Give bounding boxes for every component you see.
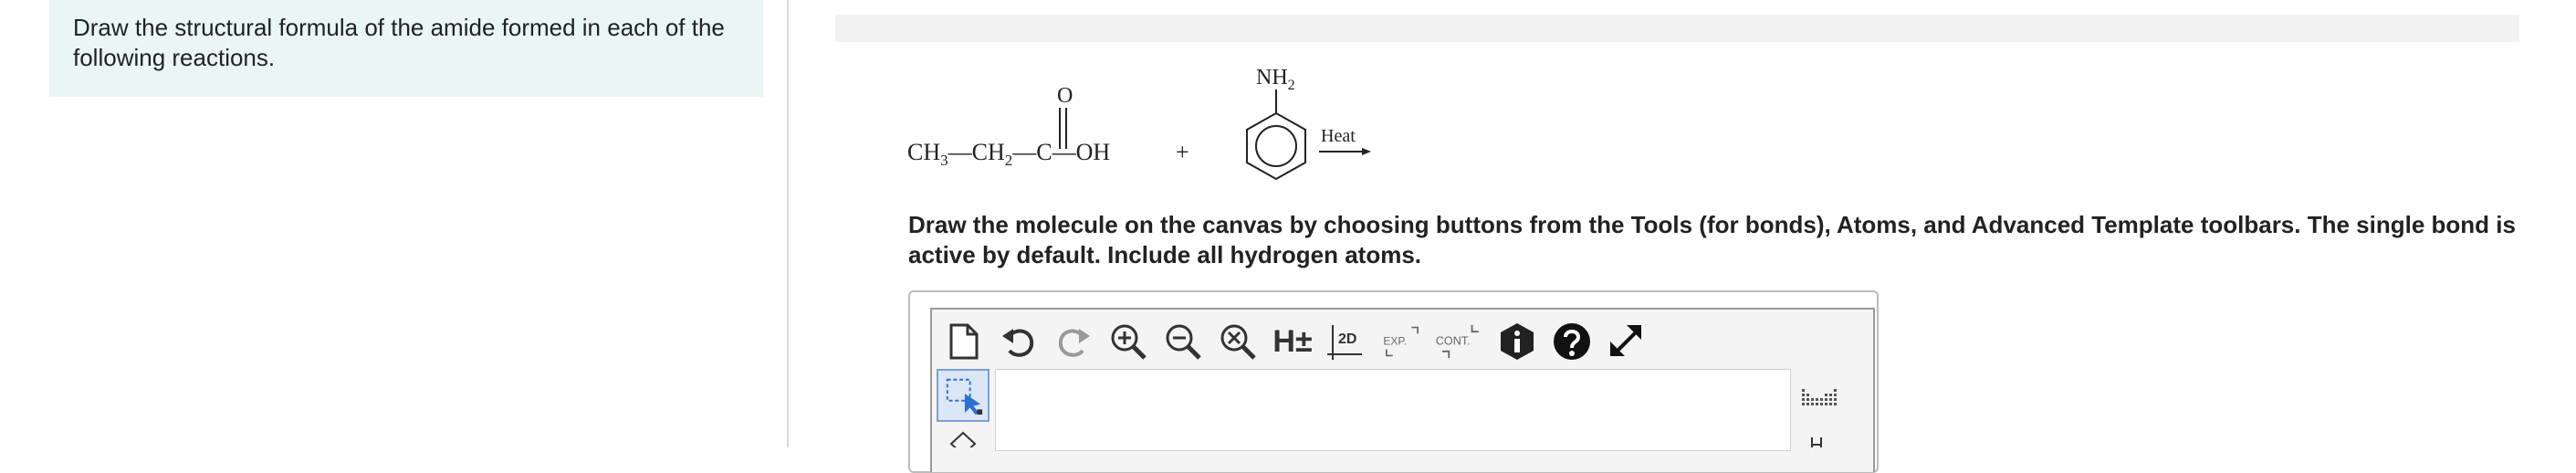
clean-2d-button[interactable]: 2D [1322,316,1373,367]
benzene-aromatic-circle [1255,125,1297,167]
info-icon [1501,323,1534,360]
redo-button[interactable] [1048,316,1099,367]
info-button[interactable] [1492,316,1543,367]
fullscreen-icon [1610,325,1641,356]
help-button[interactable] [1546,316,1597,367]
svg-text:EXP.: EXP. [1383,334,1407,347]
svg-text:2D: 2D [1338,331,1356,347]
eraser-icon [949,431,977,447]
new-document-icon [949,323,979,360]
expand-icon: EXP. [1383,326,1419,357]
zoom-in-button[interactable] [1103,316,1154,367]
zoom-in-icon [1111,324,1147,360]
reaction-arrowhead [1362,148,1371,155]
reactant-acid: CH3—CH2—C—OH [907,139,1110,169]
periodic-table-icon [1802,389,1837,405]
zoom-out-button[interactable] [1157,316,1209,367]
question-prompt: Draw the structural formula of the amide… [73,14,725,71]
hydrogen-atom-icon [1811,437,1822,447]
select-tool-button[interactable] [937,369,990,422]
undo-button[interactable] [993,316,1044,367]
clean-2d-icon: 2D [1327,325,1362,360]
amine-group: NH2 [1256,66,1295,93]
header-bar [835,15,2519,42]
editor-toolbar: H± 2D EXP. CONT. [938,316,1656,367]
expand-group-button[interactable]: EXP. [1377,316,1428,367]
reaction-condition: Heat [1321,126,1356,146]
carbonyl-oxygen: O [1057,84,1073,108]
hydrogen-toggle-label: H± [1272,323,1313,359]
zoom-out-icon [1166,324,1201,360]
zoom-reset-button[interactable] [1212,316,1263,367]
contract-group-button[interactable]: CONT. [1431,316,1488,367]
zoom-reset-icon [1220,324,1256,360]
eraser-tool-button[interactable] [949,431,977,447]
drawing-canvas[interactable] [995,369,1791,451]
redo-icon [1058,329,1090,357]
question-panel: Draw the structural formula of the amide… [49,0,763,97]
contract-icon: CONT. [1436,324,1479,359]
fullscreen-button[interactable] [1601,316,1652,367]
svg-text:CONT.: CONT. [1436,335,1471,348]
atom-list-button[interactable] [1800,384,1842,416]
help-icon [1554,323,1590,360]
rectangle-select-icon [946,378,983,415]
hydrogen-atom-button[interactable] [1807,436,1826,447]
panel-divider [787,0,789,447]
undo-icon [1002,329,1034,357]
plus-sign: + [1176,139,1189,165]
reaction-scheme: O CH3—CH2—C—OH + NH2 Heat [907,66,1371,181]
new-document-button[interactable] [938,316,990,367]
drawing-instructions: Draw the molecule on the canvas by choos… [908,211,2516,268]
hydrogen-toggle-button[interactable]: H± [1267,316,1318,367]
